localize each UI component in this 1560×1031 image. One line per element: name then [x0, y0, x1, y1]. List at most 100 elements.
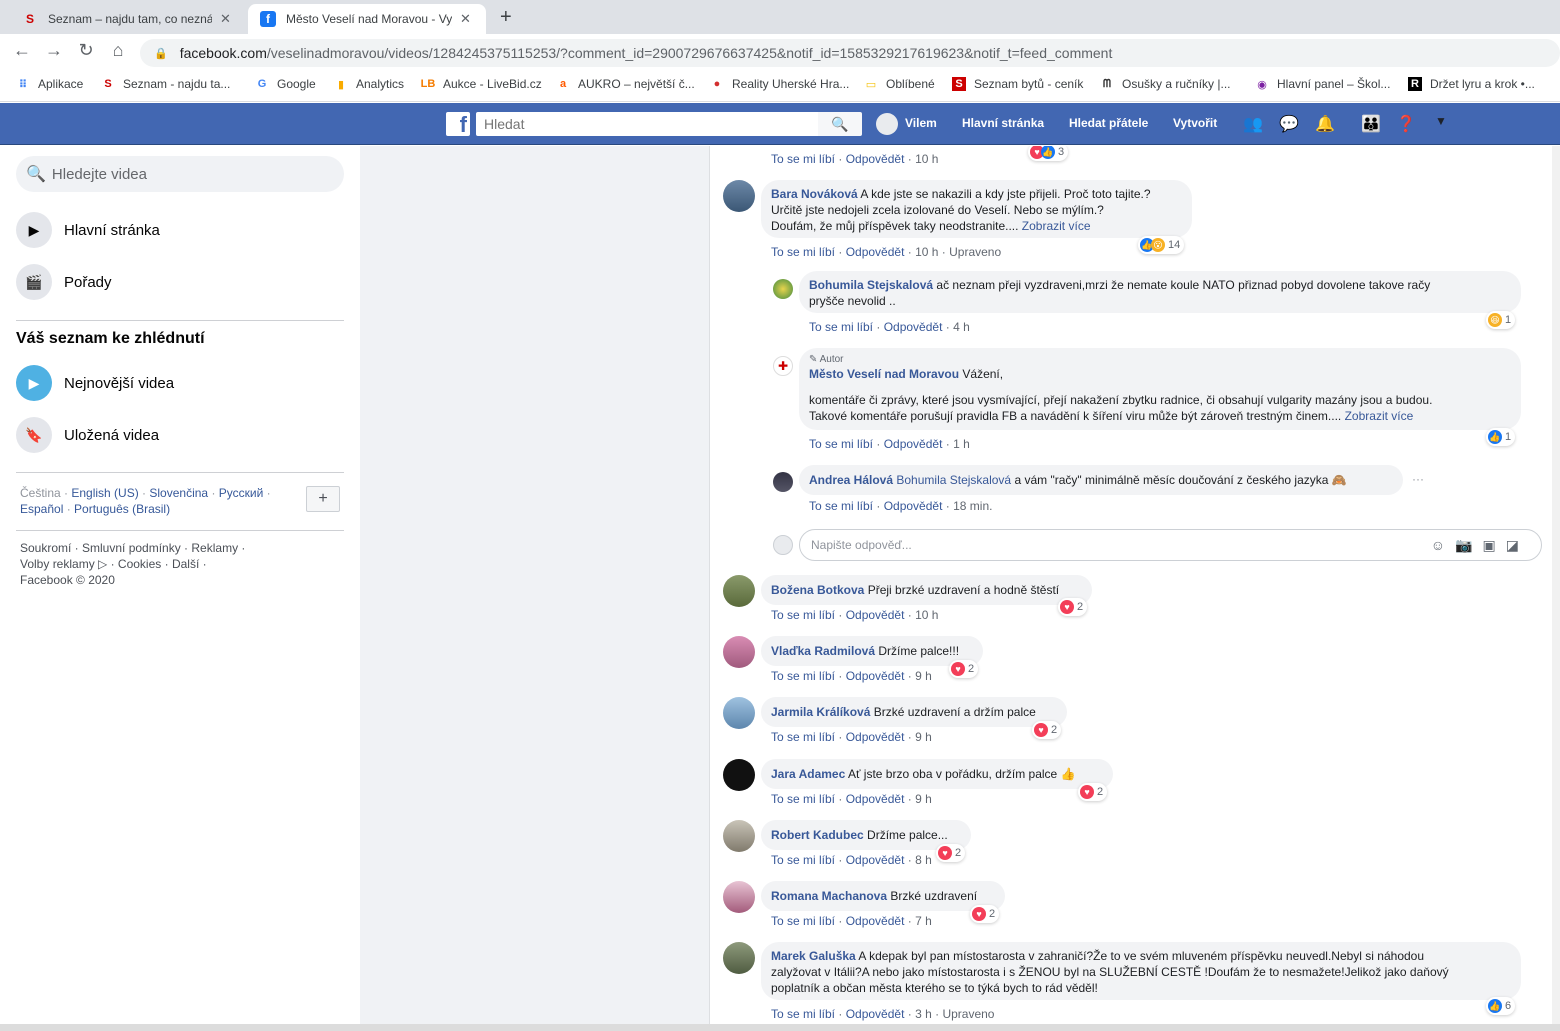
- avatar[interactable]: [723, 180, 755, 212]
- avatar[interactable]: [773, 279, 793, 299]
- avatar[interactable]: [723, 759, 755, 791]
- like-link[interactable]: To se mi líbí: [771, 1007, 835, 1021]
- like-link[interactable]: To se mi líbí: [771, 792, 835, 806]
- reply-link[interactable]: Odpovědět: [846, 853, 905, 867]
- messenger-icon[interactable]: 💬: [1278, 114, 1300, 134]
- reply-link[interactable]: Odpovědět: [846, 152, 905, 166]
- like-link[interactable]: To se mi líbí: [771, 669, 835, 683]
- home-icon[interactable]: ⌂: [106, 40, 130, 61]
- bookmark-apps[interactable]: ⠿ Aplikace: [16, 77, 84, 91]
- lang-link[interactable]: Slovenčina: [149, 486, 208, 500]
- reaction-count[interactable]: 👍 😮 14: [1138, 236, 1185, 254]
- bookmark-lyra[interactable]: R Držet lyru a krok •...: [1408, 77, 1535, 91]
- sticker-icon[interactable]: ◪: [1506, 537, 1529, 553]
- nav-home[interactable]: Hlavní stránka: [962, 116, 1044, 130]
- like-link[interactable]: To se mi líbí: [771, 152, 835, 166]
- bookmark-panel[interactable]: ◉ Hlavní panel – Škol...: [1255, 77, 1390, 91]
- like-link[interactable]: To se mi líbí: [809, 320, 873, 334]
- dropdown-arrow-icon[interactable]: ▼: [1430, 114, 1452, 134]
- nav-user[interactable]: Vilem: [905, 116, 937, 130]
- bookmark-seznam-byty[interactable]: S Seznam bytů - ceník: [952, 77, 1083, 91]
- bookmark-reality[interactable]: ● Reality Uherské Hra...: [710, 77, 850, 91]
- like-link[interactable]: To se mi líbí: [771, 914, 835, 928]
- comment-menu-icon[interactable]: ···: [1412, 472, 1424, 486]
- vertical-scrollbar[interactable]: [1552, 146, 1560, 1026]
- facebook-logo-icon[interactable]: f: [446, 112, 470, 136]
- reaction-count[interactable]: 👍 1: [1486, 428, 1516, 446]
- sidebar-item-shows[interactable]: 🎬 Pořady: [16, 264, 112, 300]
- video-search-input[interactable]: 🔍 Hledejte videa: [16, 156, 344, 192]
- search-icon[interactable]: 🔍: [818, 112, 862, 136]
- close-icon[interactable]: ✕: [460, 11, 474, 27]
- reaction-count[interactable]: ♥ 2: [1032, 721, 1062, 739]
- avatar[interactable]: [723, 881, 755, 913]
- facebook-search-input[interactable]: [476, 112, 818, 136]
- like-link[interactable]: To se mi líbí: [771, 853, 835, 867]
- avatar[interactable]: [723, 636, 755, 668]
- reload-icon[interactable]: ↻: [74, 40, 98, 61]
- like-link[interactable]: To se mi líbí: [809, 437, 873, 451]
- bookmark-analytics[interactable]: ▮ Analytics: [334, 77, 404, 91]
- like-link[interactable]: To se mi líbí: [771, 730, 835, 744]
- comment-author[interactable]: Romana Machanova: [771, 889, 887, 903]
- reply-input[interactable]: Napište odpověď... ☺📷▣◪: [799, 529, 1542, 561]
- avatar[interactable]: [723, 942, 755, 974]
- reaction-count[interactable]: ♥ 👍 3: [1028, 146, 1069, 161]
- comment-author[interactable]: Marek Galuška: [771, 949, 856, 963]
- reply-link[interactable]: Odpovědět: [846, 914, 905, 928]
- address-bar[interactable]: 🔒 facebook.com /veselinadmoravou/videos/…: [140, 39, 1560, 67]
- camera-icon[interactable]: 📷: [1455, 537, 1482, 553]
- tab-seznam[interactable]: S Seznam – najdu tam, co neznám ✕: [10, 4, 246, 34]
- reply-link[interactable]: Odpovědět: [846, 245, 905, 259]
- bookmark-aukro[interactable]: a AUKRO – největší č...: [556, 77, 695, 91]
- new-tab-icon[interactable]: +: [500, 6, 512, 29]
- avatar[interactable]: [773, 472, 793, 492]
- comment-author[interactable]: Jara Adamec: [771, 767, 845, 781]
- comment-author[interactable]: Město Veselí nad Moravou: [809, 367, 959, 381]
- lang-link[interactable]: English (US): [71, 486, 138, 500]
- like-link[interactable]: To se mi líbí: [771, 245, 835, 259]
- bookmark-google[interactable]: G Google: [255, 77, 316, 91]
- like-link[interactable]: To se mi líbí: [771, 608, 835, 622]
- comment-author[interactable]: Robert Kadubec: [771, 828, 864, 842]
- city-logo-icon[interactable]: ✚: [773, 356, 793, 376]
- reply-link[interactable]: Odpovědět: [884, 320, 943, 334]
- avatar[interactable]: [876, 113, 898, 135]
- lang-link[interactable]: Português (Brasil): [74, 502, 170, 516]
- bookmark-livebid[interactable]: LB Aukce - LiveBid.cz: [421, 77, 542, 91]
- reply-link[interactable]: Odpovědět: [846, 669, 905, 683]
- forward-arrow-icon[interactable]: →: [42, 40, 66, 61]
- reply-link[interactable]: Odpovědět: [884, 499, 943, 513]
- mention-tag[interactable]: Bohumila Stejskalová: [896, 473, 1011, 487]
- like-link[interactable]: To se mi líbí: [809, 499, 873, 513]
- emoji-icon[interactable]: ☺: [1431, 537, 1455, 553]
- groups-icon[interactable]: 👪: [1360, 114, 1382, 134]
- add-language-button[interactable]: +: [306, 486, 340, 512]
- back-arrow-icon[interactable]: ←: [10, 40, 34, 61]
- show-more-link[interactable]: Zobrazit více: [1022, 219, 1091, 233]
- bookmark-folder[interactable]: ▭ Oblíbené: [864, 77, 935, 91]
- show-more-link[interactable]: Zobrazit více: [1345, 409, 1414, 423]
- reply-link[interactable]: Odpovědět: [884, 437, 943, 451]
- lang-link[interactable]: Español: [20, 502, 63, 516]
- comment-author[interactable]: Bohumila Stejskalová: [809, 278, 933, 292]
- comment-author[interactable]: Jarmila Králíková: [771, 705, 870, 719]
- bell-icon[interactable]: 🔔: [1314, 114, 1336, 134]
- reply-link[interactable]: Odpovědět: [846, 730, 905, 744]
- reaction-count[interactable]: 👍 6: [1486, 997, 1516, 1015]
- gif-icon[interactable]: ▣: [1483, 537, 1506, 553]
- nav-create[interactable]: Vytvořit: [1173, 116, 1217, 130]
- footer-links[interactable]: Soukromí · Smluvní podmínky · Reklamy · …: [20, 540, 300, 588]
- close-icon[interactable]: ✕: [220, 11, 234, 27]
- reaction-count[interactable]: 😆 1: [1486, 311, 1516, 329]
- avatar[interactable]: [723, 820, 755, 852]
- sidebar-item-home[interactable]: ▶ Hlavní stránka: [16, 212, 160, 248]
- bookmark-osusky[interactable]: ᗰ Osušky a ručníky |...: [1100, 77, 1230, 91]
- sidebar-item-latest[interactable]: ▶ Nejnovější videa: [16, 365, 174, 401]
- reaction-count[interactable]: ♥ 2: [1078, 783, 1108, 801]
- reaction-count[interactable]: ♥ 2: [936, 844, 966, 862]
- friends-icon[interactable]: 👥: [1242, 114, 1264, 134]
- comment-author[interactable]: Andrea Hálová: [809, 473, 893, 487]
- horizontal-scrollbar[interactable]: [0, 1024, 1560, 1031]
- comment-author[interactable]: Vlaďka Radmilová: [771, 644, 875, 658]
